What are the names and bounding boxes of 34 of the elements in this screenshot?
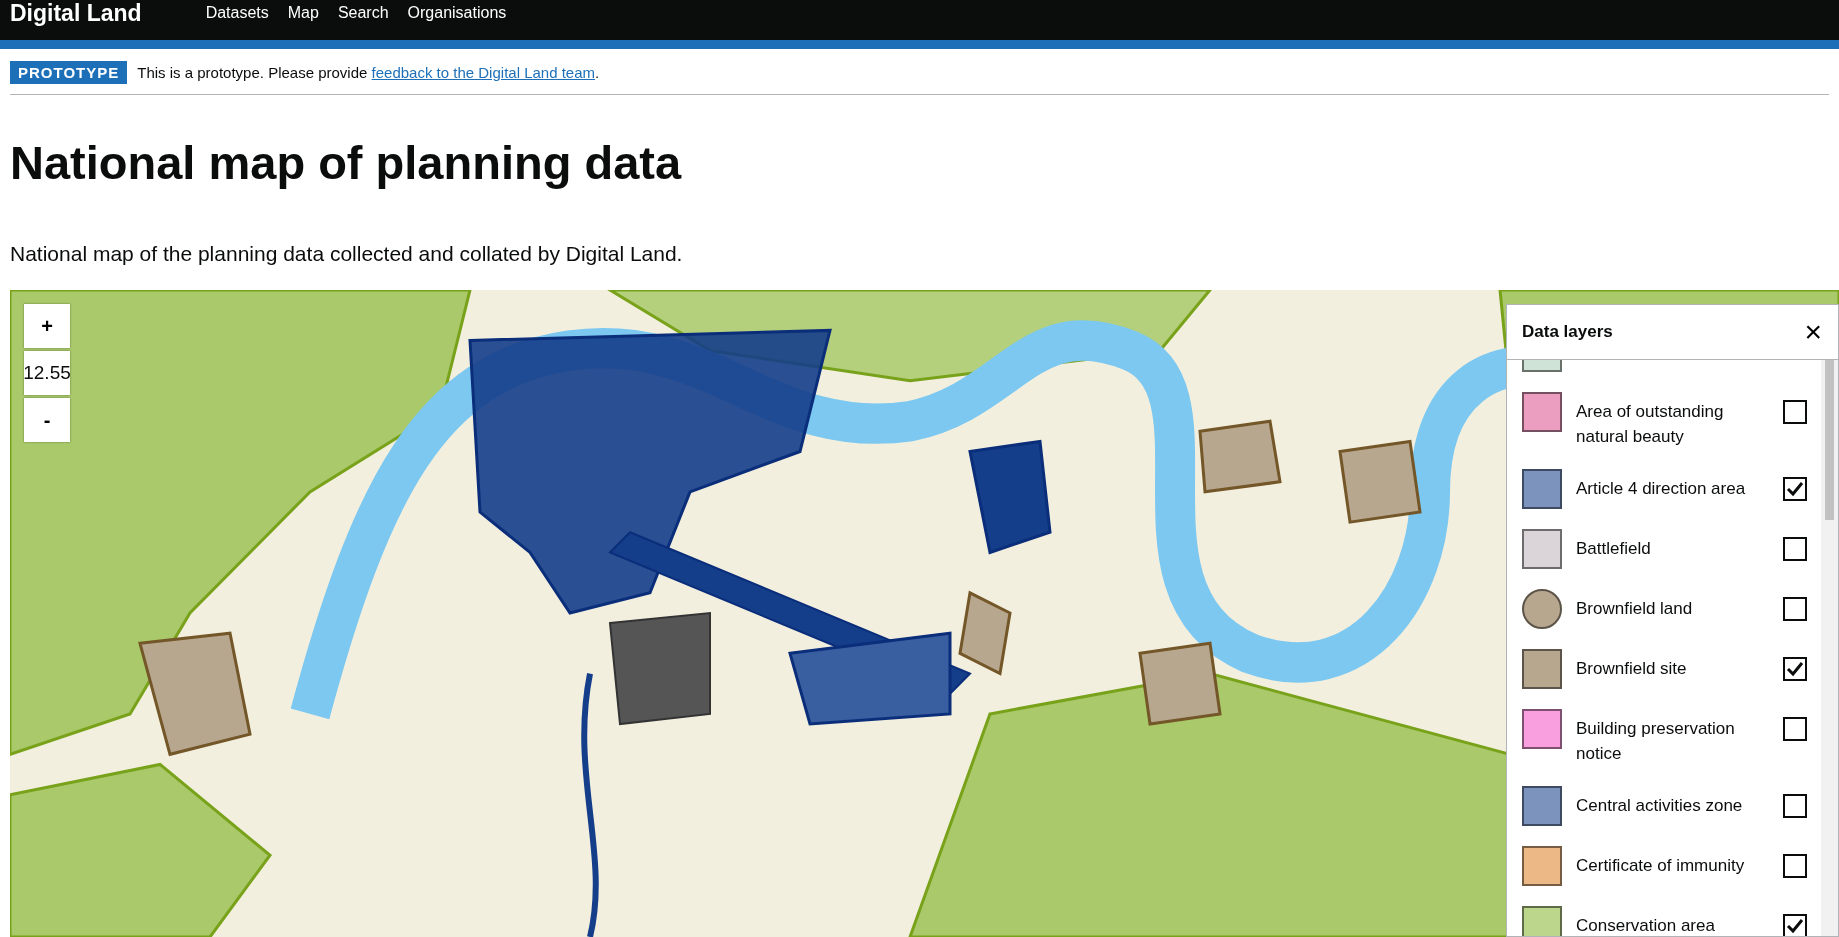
layer-label: Building preservation notice: [1576, 718, 1736, 765]
feedback-link[interactable]: feedback to the Digital Land team: [371, 64, 596, 81]
layer-checkbox[interactable]: [1783, 794, 1807, 818]
panel-title: Data layers: [1522, 322, 1613, 342]
layer-label: Article 4 direction area: [1576, 478, 1747, 500]
zoom-out-button[interactable]: -: [24, 398, 70, 442]
zoom-in-button[interactable]: +: [24, 304, 70, 348]
layer-label: Area of outstanding natural beauty: [1576, 401, 1725, 448]
layer-label: Battlefield: [1576, 538, 1652, 560]
nav-link[interactable]: Search: [337, 4, 389, 22]
layer-label: Brownfield site: [1576, 658, 1688, 680]
layer-checkbox[interactable]: [1783, 717, 1807, 741]
layer-checkbox[interactable]: [1783, 597, 1807, 621]
page-title: National map of planning data: [10, 135, 683, 190]
nav-link[interactable]: Datasets: [205, 4, 269, 22]
layer-checkbox[interactable]: [1783, 400, 1807, 424]
layer-label: Central activities zone: [1576, 795, 1744, 817]
banner-text: This is a prototype. Please provide feedback to the Digital Land team.: [137, 64, 600, 81]
layer-checkbox[interactable]: [1783, 477, 1807, 501]
layer-label: Conservation area: [1576, 915, 1716, 936]
zoom-level: 12.55: [24, 351, 70, 395]
close-button[interactable]: ×: [1802, 317, 1824, 347]
phase-tag: PROTOTYPE: [10, 61, 128, 84]
scrollbar[interactable]: [1821, 360, 1838, 936]
layer-checkbox[interactable]: [1783, 914, 1807, 936]
page-lead: National map of the planning data collected and collated by Digital Land.: [10, 242, 684, 266]
site-logo[interactable]: Digital Land: [10, 0, 142, 27]
nav-link[interactable]: Organisations: [407, 4, 507, 22]
layer-label: Certificate of immunity: [1576, 855, 1746, 877]
layer-checkbox[interactable]: [1783, 854, 1807, 878]
layer-checkbox[interactable]: [1783, 657, 1807, 681]
layer-checkbox[interactable]: [1783, 537, 1807, 561]
layer-label: Brownfield land: [1576, 598, 1694, 620]
nav-link[interactable]: Map: [287, 4, 319, 22]
